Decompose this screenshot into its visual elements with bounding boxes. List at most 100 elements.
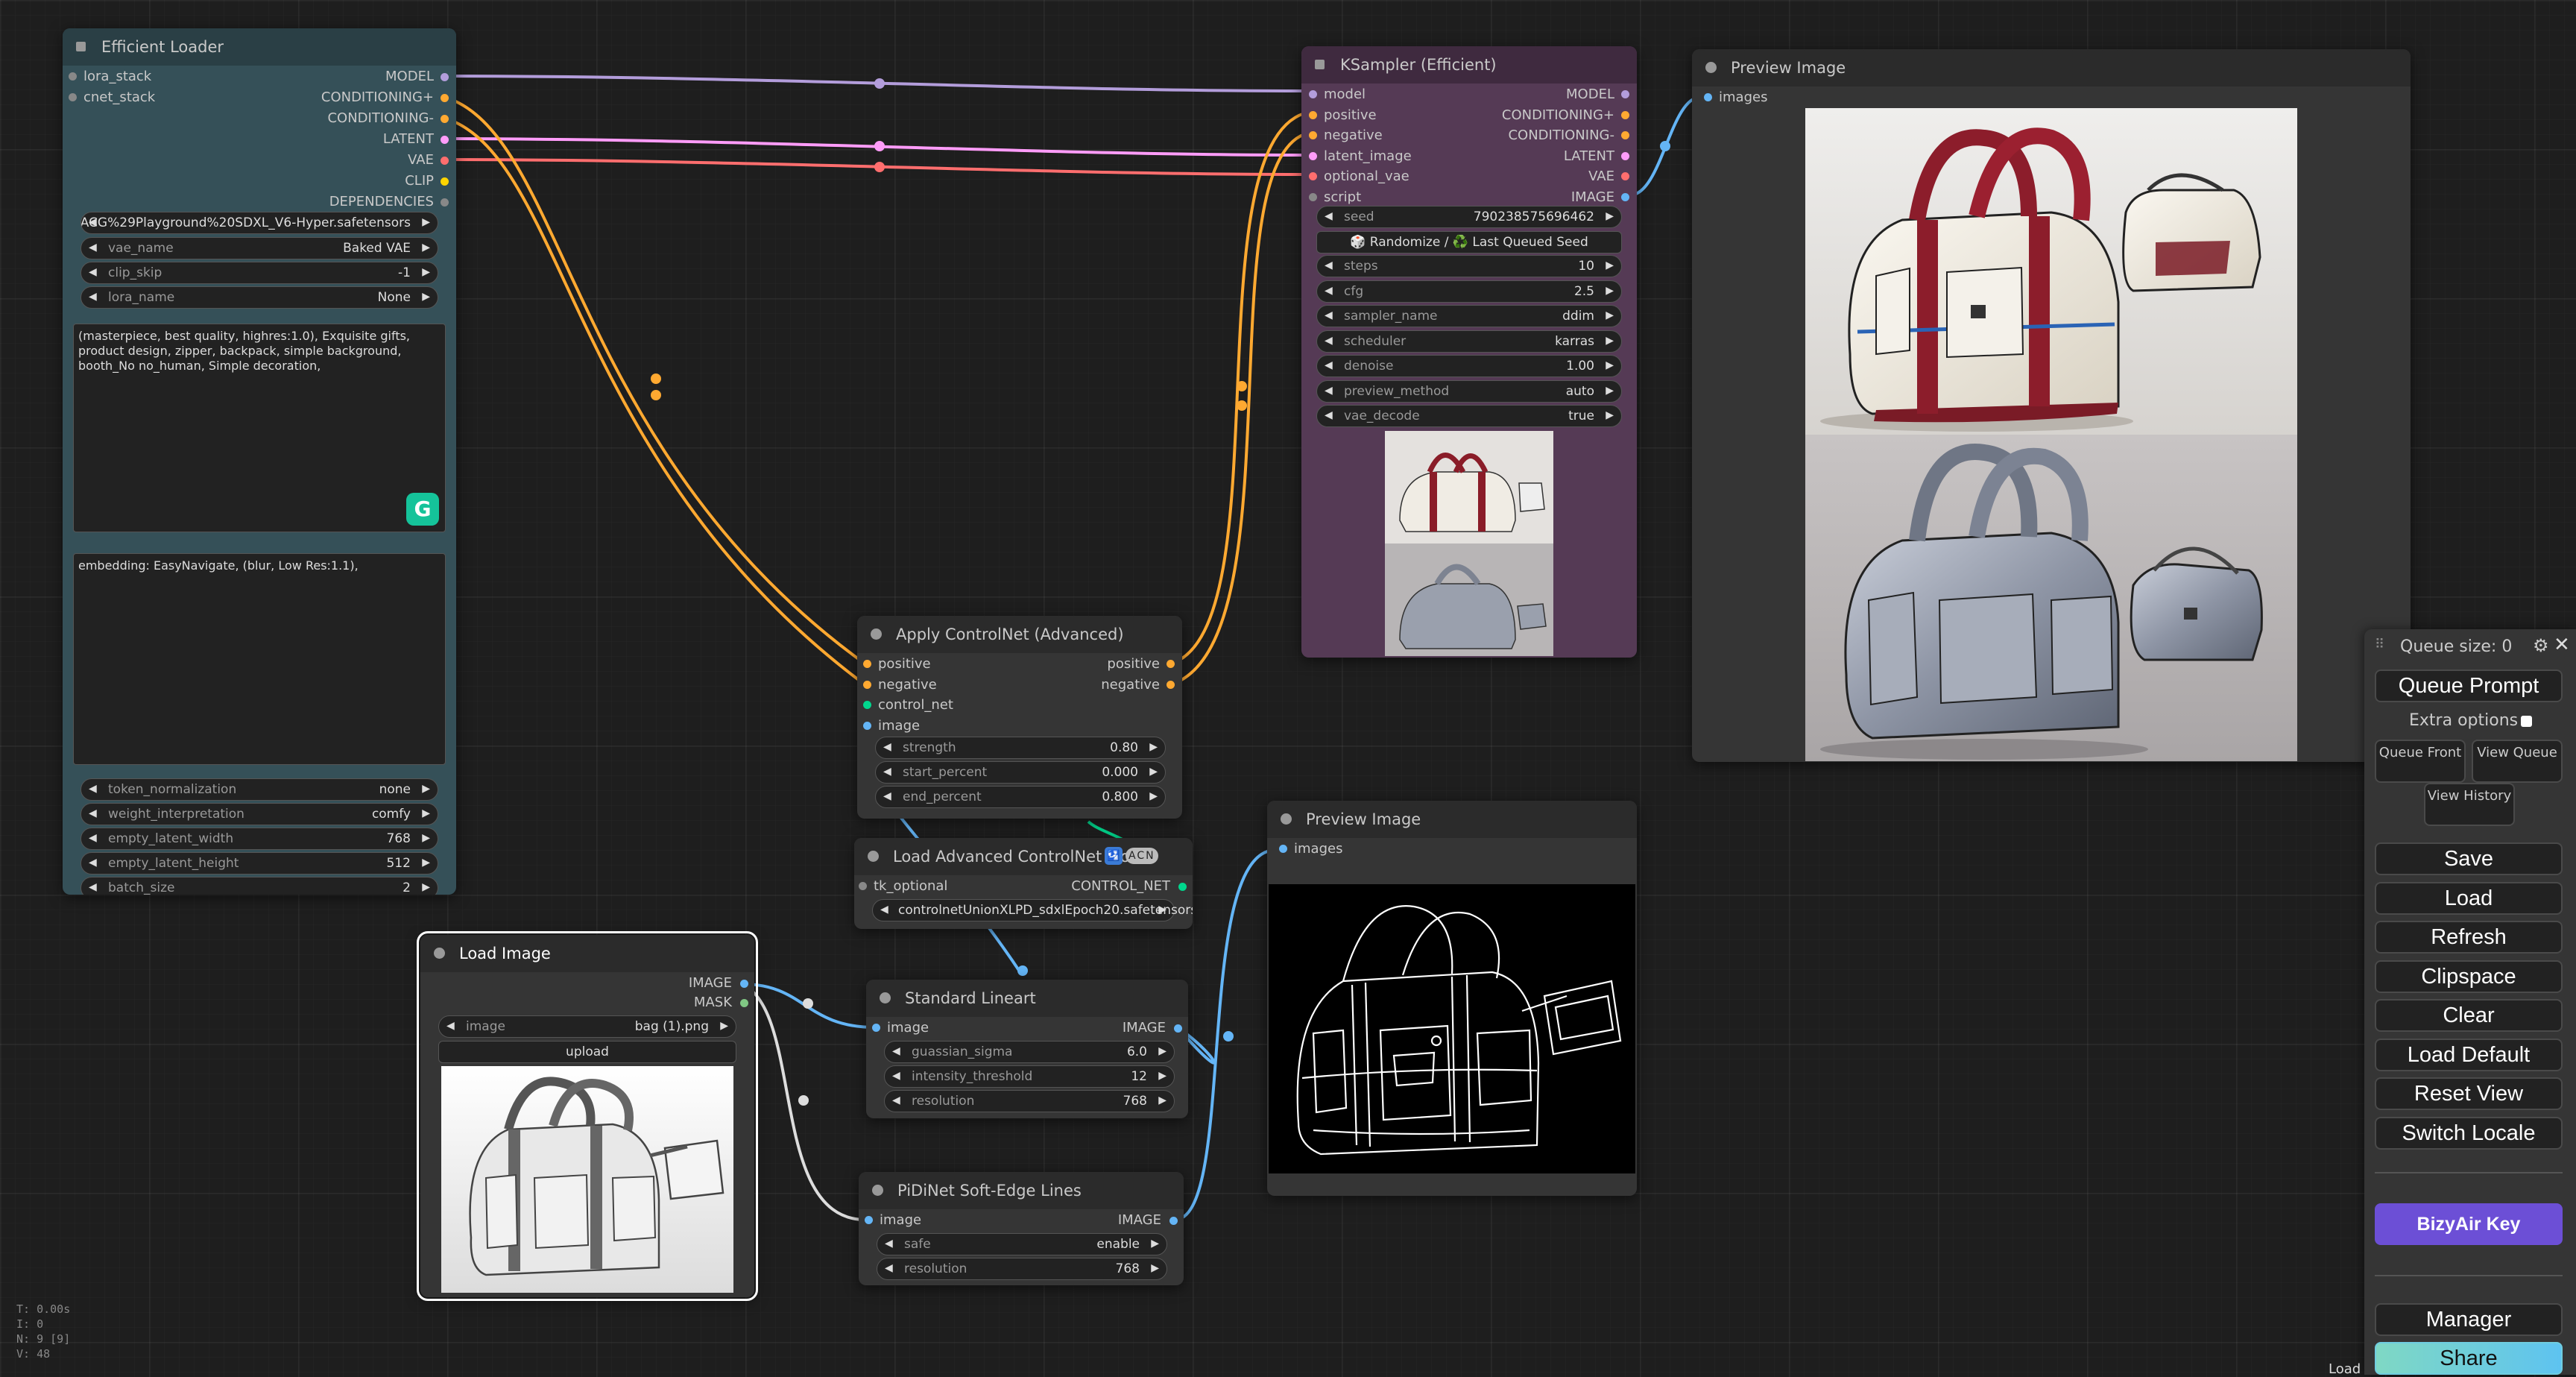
output-conditioning-pos[interactable]: CONDITIONING+ — [321, 89, 434, 106]
arrow-right-icon[interactable]: ▶ — [422, 807, 430, 819]
link-midpoint[interactable] — [1017, 965, 1028, 976]
ksampler-input-negative[interactable]: negative — [1309, 127, 1383, 144]
link-midpoint[interactable] — [1223, 1031, 1234, 1042]
manager-button[interactable]: Manager — [2375, 1303, 2563, 1336]
preview-image-node-mid[interactable]: Preview Image images — [1267, 801, 1637, 1196]
load-controlnet-node[interactable]: Load Advanced ControlNet Model 🛂 ACN tk_… — [854, 838, 1193, 929]
output-vae[interactable]: VAE — [408, 152, 434, 168]
load-default-button[interactable]: Load Default — [2375, 1038, 2563, 1071]
queue-prompt-button[interactable]: Queue Prompt — [2375, 669, 2563, 702]
loader-widget-vae-name[interactable]: ◀ vae_name Baked VAE ▶ — [80, 237, 438, 259]
ksampler-input-model[interactable]: model — [1309, 86, 1366, 103]
arrow-left-icon[interactable]: ◀ — [1325, 359, 1333, 371]
output-latent[interactable]: LATENT — [383, 131, 434, 148]
loader-widget-empty-latent-height[interactable]: ◀ empty_latent_height 512 ▶ — [80, 852, 438, 875]
pidinet-node[interactable]: PiDiNet Soft-Edge Lines image IMAGE ◀ saf… — [859, 1172, 1184, 1285]
efficient-loader-title[interactable]: Efficient Loader — [63, 28, 456, 66]
loader-widget-token-normalization[interactable]: ◀ token_normalization none ▶ — [80, 778, 438, 801]
gear-icon[interactable]: ⚙ — [2533, 635, 2549, 656]
bizyair-key-button[interactable]: BizyAir Key — [2375, 1203, 2563, 1245]
output-slot[interactable] — [1621, 110, 1629, 119]
output-control-net[interactable]: CONTROL_NET — [1071, 878, 1170, 895]
load-button[interactable]: Load — [2375, 881, 2563, 915]
seed-widget[interactable]: ◀ seed 790238575696462 ▶ — [1316, 206, 1622, 228]
arrow-left-icon[interactable]: ◀ — [885, 1238, 893, 1250]
arrow-left-icon[interactable]: ◀ — [1325, 335, 1333, 347]
link-midpoint[interactable] — [1237, 381, 1247, 391]
arrow-right-icon[interactable]: ▶ — [1158, 904, 1167, 916]
ksampler-input-script[interactable]: script — [1309, 189, 1361, 206]
arrow-left-icon[interactable]: ◀ — [880, 904, 888, 916]
efficient-loader-node[interactable]: Efficient Loader lora_stack cnet_stack M… — [63, 28, 456, 895]
arrow-left-icon[interactable]: ◀ — [883, 766, 891, 778]
output-slot[interactable] — [1621, 172, 1629, 180]
grammarly-icon[interactable]: G — [406, 493, 439, 526]
output-clip[interactable]: CLIP — [405, 173, 434, 189]
load-image-title[interactable]: Load Image — [420, 935, 754, 972]
collapse-icon[interactable] — [868, 851, 879, 862]
output-slot[interactable] — [441, 136, 449, 144]
input-slot[interactable] — [859, 882, 867, 890]
arrow-right-icon[interactable]: ▶ — [422, 783, 430, 795]
lineart-widget-guassian-sigma[interactable]: ◀ guassian_sigma 6.0 ▶ — [884, 1041, 1175, 1063]
view-queue-button[interactable]: View Queue — [2472, 740, 2563, 783]
loader-widget-empty-latent-width[interactable]: ◀ empty_latent_width 768 ▶ — [80, 828, 438, 850]
view-history-button[interactable]: View History — [2424, 783, 2515, 826]
output-slot[interactable] — [1178, 883, 1187, 891]
arrow-left-icon[interactable]: ◀ — [1325, 409, 1333, 421]
arrow-left-icon[interactable]: ◀ — [89, 266, 97, 278]
arrow-right-icon[interactable]: ▶ — [422, 266, 430, 278]
clear-button[interactable]: Clear — [2375, 999, 2563, 1032]
output-slot[interactable] — [441, 157, 449, 165]
image-select-widget[interactable]: ◀ image bag (1).png ▶ — [438, 1015, 736, 1038]
input-slot[interactable] — [1309, 151, 1317, 160]
arrow-left-icon[interactable]: ◀ — [885, 1262, 893, 1274]
input-slot[interactable] — [69, 93, 77, 101]
arrow-left-icon[interactable]: ◀ — [892, 1045, 900, 1057]
output-conditioning-neg[interactable]: CONDITIONING- — [327, 110, 434, 127]
arrow-right-icon[interactable]: ▶ — [1606, 309, 1614, 321]
output-slot[interactable] — [441, 198, 449, 207]
output-slot[interactable] — [441, 115, 449, 123]
ksampler-widget-steps[interactable]: ◀ steps 10 ▶ — [1316, 255, 1622, 277]
preview-image-title[interactable]: Preview Image — [1692, 49, 2411, 86]
standard-lineart-title[interactable]: Standard Lineart — [866, 980, 1188, 1017]
link-midpoint[interactable] — [798, 1095, 809, 1106]
ksampler-widget-cfg[interactable]: ◀ cfg 2.5 ▶ — [1316, 280, 1622, 303]
ksampler-widget-vae-decode[interactable]: ◀ vae_decode true ▶ — [1316, 405, 1622, 427]
arrow-right-icon[interactable]: ▶ — [422, 832, 430, 844]
extra-options-checkbox[interactable] — [2521, 716, 2533, 727]
arrow-right-icon[interactable]: ▶ — [1158, 1094, 1167, 1106]
load-image-node[interactable]: Load Image IMAGE MASK ◀ image bag (1).png ▶… — [417, 931, 758, 1301]
pidinet-widget-safe[interactable]: ◀ safe enable ▶ — [877, 1233, 1167, 1255]
input-image[interactable]: image — [865, 1212, 921, 1229]
controlnet-name-widget[interactable]: ◀ controlnetUnionXLPD_sdxlEpoch20.safeten… — [872, 899, 1193, 921]
close-icon[interactable]: ✕ — [2554, 634, 2570, 656]
link-midpoint[interactable] — [651, 390, 661, 400]
graph-canvas[interactable]: Efficient Loader lora_stack cnet_stack M… — [0, 0, 2576, 1377]
collapse-icon[interactable] — [434, 948, 445, 959]
ksampler-output-vae[interactable]: VAE — [1588, 168, 1629, 185]
link-midpoint[interactable] — [1237, 400, 1247, 411]
switch-locale-button[interactable]: Switch Locale — [2375, 1116, 2563, 1150]
arrow-left-icon[interactable]: ◀ — [89, 783, 97, 795]
apply-widget-start-percent[interactable]: ◀ start_percent 0.000 ▶ — [875, 761, 1166, 784]
arrow-left-icon[interactable]: ◀ — [883, 790, 891, 802]
output-slot[interactable] — [1169, 1217, 1178, 1225]
arrow-right-icon[interactable]: ▶ — [422, 857, 430, 869]
ksampler-title[interactable]: KSampler (Efficient) — [1301, 46, 1637, 83]
arrow-left-icon[interactable]: ◀ — [1325, 385, 1333, 397]
ksampler-widget-preview-method[interactable]: ◀ preview_method auto ▶ — [1316, 379, 1622, 403]
lineart-widget-intensity-threshold[interactable]: ◀ intensity_threshold 12 ▶ — [884, 1065, 1175, 1088]
arrow-left-icon[interactable]: ◀ — [883, 741, 891, 753]
input-slot[interactable] — [69, 72, 77, 81]
collapse-icon[interactable] — [1281, 813, 1292, 825]
ksampler-output-latent[interactable]: LATENT — [1564, 148, 1629, 165]
apply-input-negative[interactable]: negative — [863, 677, 937, 693]
apply-controlnet-title[interactable]: Apply ControlNet (Advanced) — [857, 616, 1182, 653]
output-slot[interactable] — [1621, 90, 1629, 98]
arrow-right-icon[interactable]: ▶ — [422, 242, 430, 253]
arrow-right-icon[interactable]: ▶ — [720, 1020, 728, 1032]
ksampler-input-positive[interactable]: positive — [1309, 107, 1377, 124]
arrow-right-icon[interactable]: ▶ — [1606, 409, 1614, 421]
